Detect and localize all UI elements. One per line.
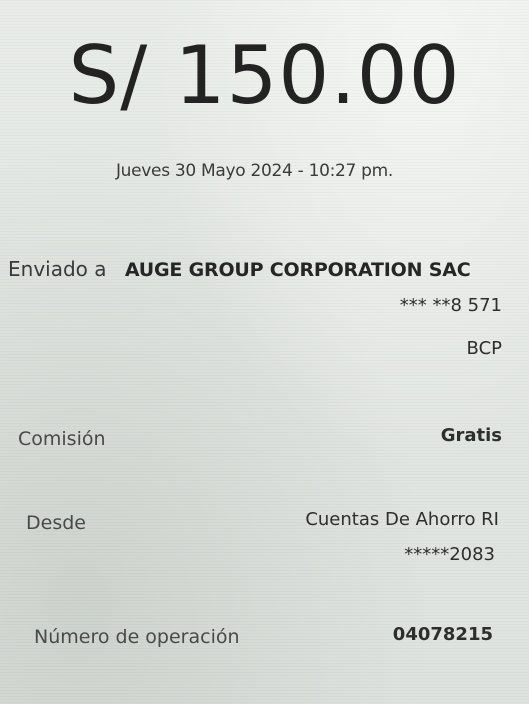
operation-number: 04078215	[392, 624, 493, 645]
recipient-bank: BCP	[466, 338, 502, 359]
transfer-amount: S/ 150.00	[68, 29, 461, 122]
commission-value: Gratis	[440, 425, 502, 446]
operation-label: Número de operación	[34, 626, 240, 648]
commission-label: Comisión	[18, 428, 106, 450]
recipient-name: AUGE GROUP CORPORATION SAC	[124, 259, 471, 281]
recipient-row: Enviado a AUGE GROUP CORPORATION SAC	[8, 257, 471, 281]
from-account-number: *****2083	[404, 544, 495, 565]
transfer-datetime: Jueves 30 Mayo 2024 - 10:27 pm.	[115, 161, 394, 181]
recipient-account: *** **8 571	[399, 295, 502, 316]
recipient-label: Enviado a	[8, 257, 107, 281]
from-label: Desde	[26, 512, 86, 534]
from-account-name: Cuentas De Ahorro RI	[305, 509, 499, 530]
